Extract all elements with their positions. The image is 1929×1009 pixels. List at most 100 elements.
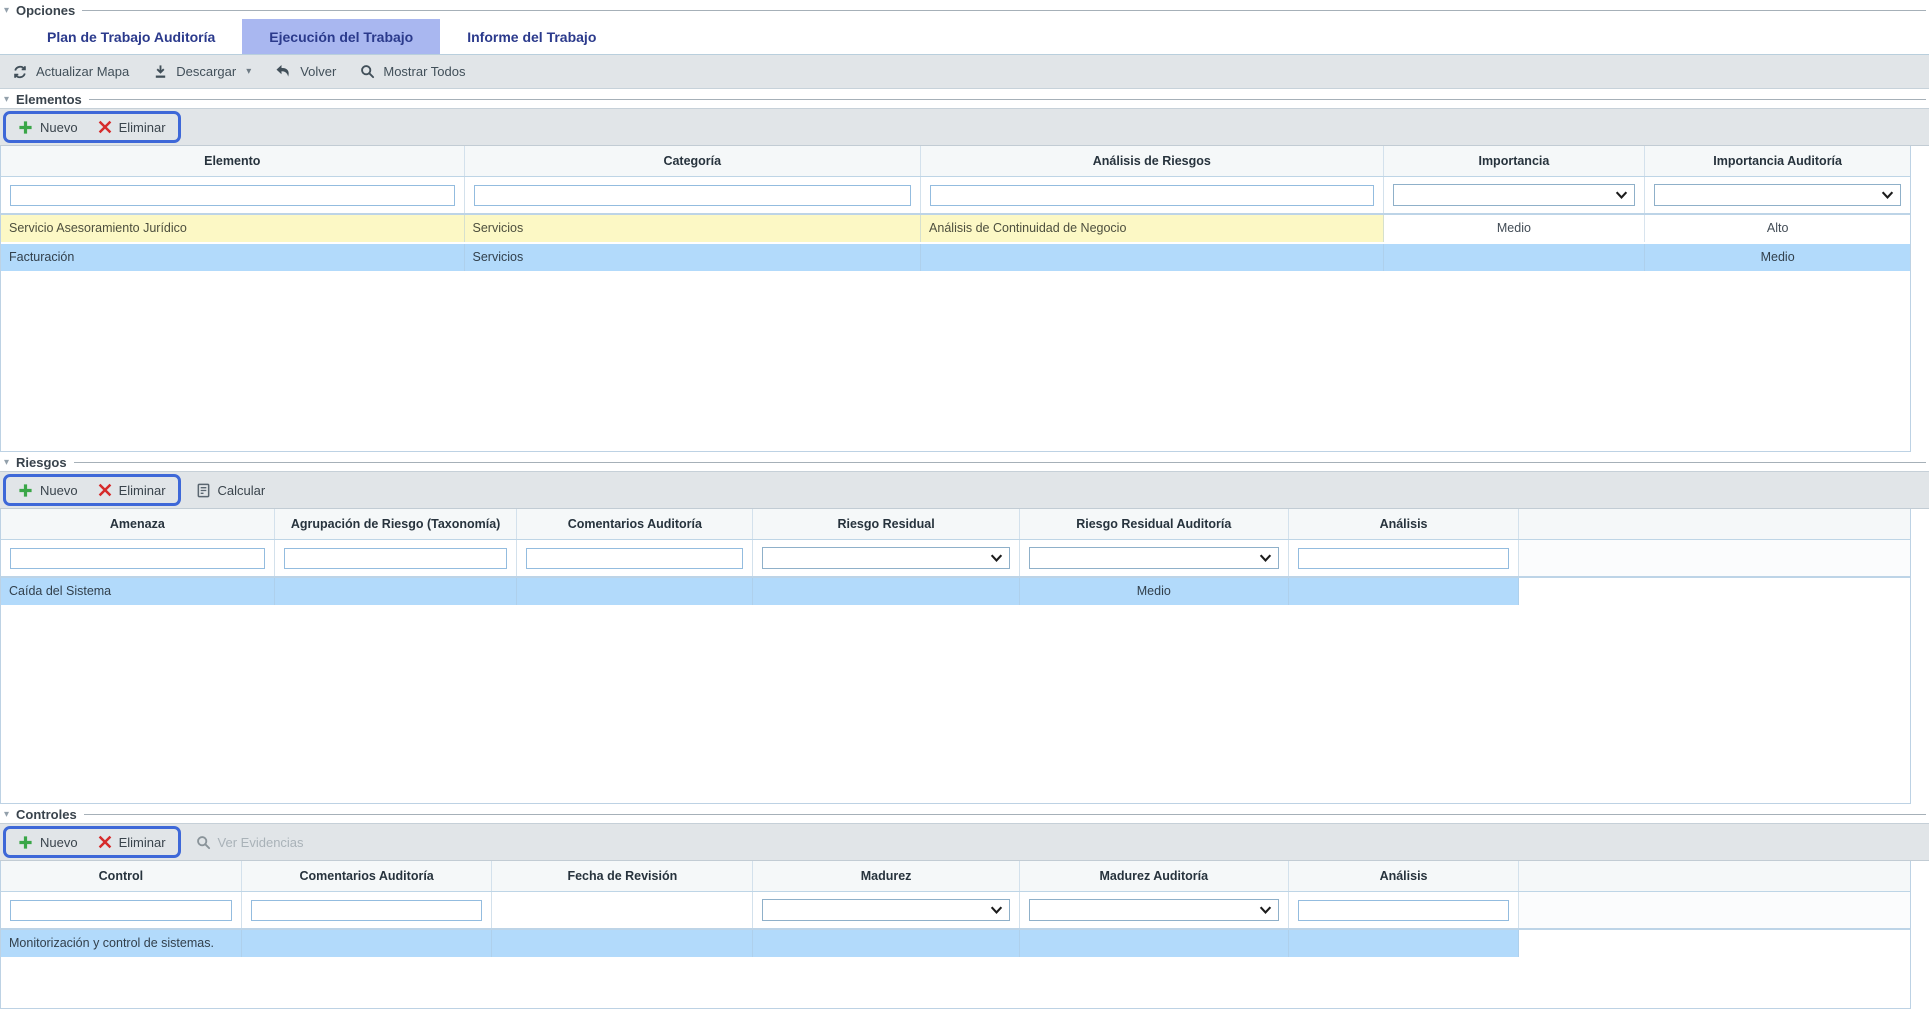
actualizar-mapa-button[interactable]: Actualizar Mapa — [12, 64, 129, 80]
controles-nuevo-button[interactable]: Nuevo — [18, 835, 78, 850]
cell: Alto — [1645, 215, 1910, 242]
ver-evidencias-button[interactable]: Ver Evidencias — [196, 835, 304, 850]
elementos-filter-select-3[interactable] — [1393, 184, 1636, 206]
riesgos-label: Riesgos — [16, 455, 74, 470]
opciones-label: Opciones — [16, 3, 82, 18]
riesgos-filter-input-2[interactable] — [526, 548, 743, 569]
chevron-down-icon — [1881, 190, 1894, 200]
elementos-nuevo-button[interactable]: Nuevo — [18, 120, 78, 135]
chevron-down-icon[interactable]: ▾ — [246, 66, 251, 77]
riesgos-nuevo-button[interactable]: Nuevo — [18, 483, 78, 498]
column-header-2: Análisis de Riesgos — [921, 146, 1384, 176]
elementos-grid-body — [1, 273, 1910, 451]
plus-icon — [18, 483, 33, 498]
column-header-1: Categoría — [465, 146, 922, 176]
controles-filter-row — [1, 892, 1910, 930]
column-header-2: Comentarios Auditoría — [517, 509, 753, 539]
filter-cell-4 — [1645, 177, 1910, 213]
controles-label: Controles — [16, 807, 84, 822]
elementos-table-row-1[interactable]: FacturaciónServiciosMedio — [1, 244, 1910, 273]
filter-cell-1 — [275, 540, 518, 576]
controles-eliminar-button[interactable]: Eliminar — [98, 835, 166, 850]
filter-cell-2 — [517, 540, 753, 576]
x-icon — [98, 483, 112, 497]
elementos-filter-input-1[interactable] — [474, 185, 912, 206]
cell — [921, 244, 1384, 271]
controles-filter-select-3[interactable] — [762, 899, 1010, 921]
collapse-triangle-icon[interactable]: ▾ — [4, 810, 16, 820]
search-icon — [196, 835, 211, 850]
controles-grid: ControlComentarios AuditoríaFecha de Rev… — [0, 861, 1911, 1009]
filter-cell-0 — [1, 177, 465, 213]
plus-icon — [18, 835, 33, 850]
cell: Caída del Sistema — [1, 578, 275, 605]
filter-cell-2 — [492, 892, 753, 928]
calcular-button[interactable]: Calcular — [196, 483, 266, 498]
volver-button[interactable]: Volver — [275, 64, 336, 79]
riesgos-filter-row — [1, 540, 1910, 578]
riesgos-filter-input-0[interactable] — [10, 548, 265, 569]
header-filler — [1519, 509, 1910, 539]
cell: Monitorización y control de sistemas. — [1, 930, 242, 957]
column-header-1: Agrupación de Riesgo (Taxonomía) — [275, 509, 518, 539]
cell: Medio — [1020, 578, 1289, 605]
collapse-triangle-icon[interactable]: ▾ — [4, 6, 16, 16]
refresh-icon — [12, 64, 28, 80]
controles-filter-input-1[interactable] — [251, 900, 483, 921]
elementos-filter-input-2[interactable] — [930, 185, 1374, 206]
header-filler — [1519, 861, 1910, 891]
cell — [492, 930, 753, 957]
column-header-3: Importancia — [1384, 146, 1646, 176]
tab-informe-del-trabajo[interactable]: Informe del Trabajo — [440, 19, 623, 54]
column-header-1: Comentarios Auditoría — [242, 861, 493, 891]
filter-cell-5 — [1289, 540, 1520, 576]
filter-cell-1 — [465, 177, 922, 213]
row-filler — [1519, 930, 1910, 957]
elementos-toolbar: Nuevo Eliminar — [0, 108, 1929, 146]
controles-filter-input-0[interactable] — [10, 900, 232, 921]
x-icon — [98, 120, 112, 134]
filter-cell-2 — [921, 177, 1384, 213]
riesgos-filter-select-4[interactable] — [1029, 547, 1279, 569]
riesgos-toolbar: Nuevo Eliminar Calcular — [0, 471, 1929, 509]
cell: Facturación — [1, 244, 465, 271]
elementos-header-row: ElementoCategoríaAnálisis de RiesgosImpo… — [1, 146, 1910, 177]
collapse-triangle-icon[interactable]: ▾ — [4, 458, 16, 468]
elementos-filter-input-0[interactable] — [10, 185, 455, 206]
cell — [242, 930, 493, 957]
tab-plan-de-trabajo[interactable]: Plan de Trabajo Auditoría — [20, 19, 242, 54]
riesgos-eliminar-button[interactable]: Eliminar — [98, 483, 166, 498]
controles-filter-input-5[interactable] — [1298, 900, 1510, 921]
filter-cell-4 — [1020, 892, 1289, 928]
highlight-box: Nuevo Eliminar — [3, 826, 181, 858]
elementos-filter-select-4[interactable] — [1654, 184, 1901, 206]
column-header-2: Fecha de Revisión — [492, 861, 753, 891]
cell — [753, 578, 1020, 605]
riesgos-filter-input-5[interactable] — [1298, 548, 1510, 569]
collapse-triangle-icon[interactable]: ▾ — [4, 95, 16, 105]
riesgos-filter-input-1[interactable] — [284, 548, 508, 569]
chevron-down-icon — [1259, 905, 1272, 915]
opciones-fieldset: ▾ Opciones — [0, 2, 1929, 19]
cell: Servicios — [465, 244, 922, 271]
controles-filter-select-4[interactable] — [1029, 899, 1279, 921]
chevron-down-icon — [1615, 190, 1628, 200]
cell — [1289, 578, 1520, 605]
mostrar-todos-button[interactable]: Mostrar Todos — [360, 64, 465, 79]
fieldset-line — [74, 462, 1926, 463]
column-header-5: Análisis — [1289, 509, 1520, 539]
column-header-4: Riesgo Residual Auditoría — [1020, 509, 1289, 539]
controles-table-row-0[interactable]: Monitorización y control de sistemas. — [1, 930, 1910, 959]
riesgos-table-row-0[interactable]: Caída del Sistema Medio — [1, 578, 1910, 607]
download-icon — [153, 64, 168, 79]
cell — [1020, 930, 1289, 957]
elementos-table-row-0[interactable]: Servicio Asesoramiento JurídicoServicios… — [1, 215, 1910, 244]
tab-ejecucion-del-trabajo[interactable]: Ejecución del Trabajo — [242, 19, 440, 54]
calculator-icon — [196, 483, 211, 498]
elementos-eliminar-button[interactable]: Eliminar — [98, 120, 166, 135]
chevron-down-icon — [990, 905, 1003, 915]
riesgos-filter-select-3[interactable] — [762, 547, 1010, 569]
elementos-grid: ElementoCategoríaAnálisis de RiesgosImpo… — [0, 146, 1911, 452]
filter-cell-0 — [1, 892, 242, 928]
descargar-button[interactable]: Descargar ▾ — [153, 64, 251, 79]
